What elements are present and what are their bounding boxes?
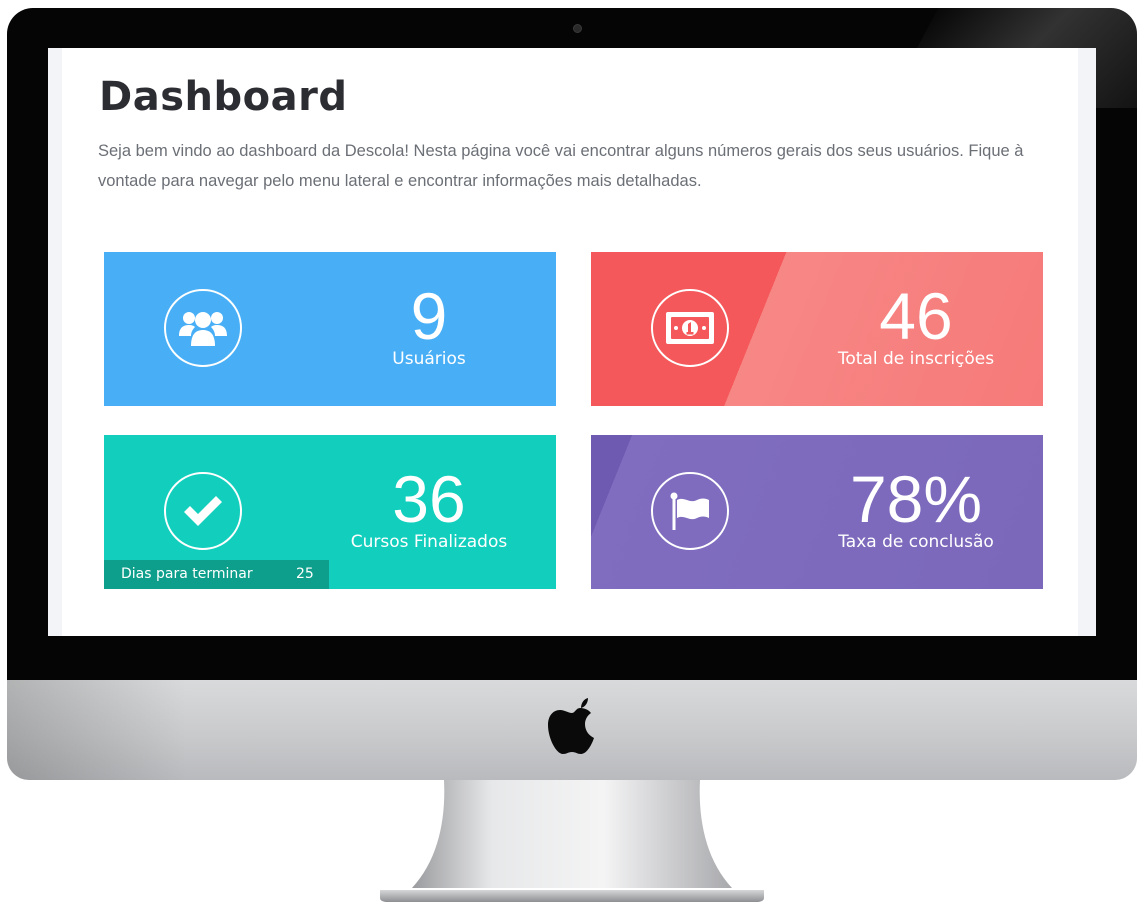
days-to-finish-value: 25 [296,566,314,582]
completion-rate-value: 78% [849,462,983,536]
days-to-finish-label: Dias para terminar [121,566,253,582]
completion-rate-label: Taxa de conclusão [838,532,994,552]
intro-text: Seja bem vindo ao dashboard da Descola! … [98,142,1024,190]
completion-rate-stat-card[interactable]: 78% Taxa de conclusão [591,435,1043,589]
chin-shading [7,680,187,780]
finished-courses-count: 36 [392,462,466,536]
dashboard-page: Dashboard Seja bem vindo ao dashboard da… [62,48,1078,636]
users-icon [164,289,242,367]
screen: Dashboard Seja bem vindo ao dashboard da… [48,48,1096,636]
enrollments-label: Total de inscrições [837,349,995,369]
apple-logo-icon [548,698,594,754]
users-count: 9 [410,279,448,353]
money-icon [651,289,729,367]
days-to-finish-bar: Dias para terminar 25 [104,560,329,589]
finished-courses-label: Cursos Finalizados [350,532,508,552]
enrollments-stat-card[interactable]: 46 Total de inscrições [591,252,1043,406]
page-title: Dashboard [99,74,348,120]
imac-stand [380,780,764,902]
users-stat-card[interactable]: 9 Usuários [104,252,556,406]
finished-courses-stat-card[interactable]: 36 Cursos Finalizados Dias para terminar… [104,435,556,589]
enrollments-count: 46 [879,279,953,353]
flag-icon [651,472,729,550]
camera [573,24,582,33]
users-label: Usuários [392,349,466,369]
check-icon [164,472,242,550]
